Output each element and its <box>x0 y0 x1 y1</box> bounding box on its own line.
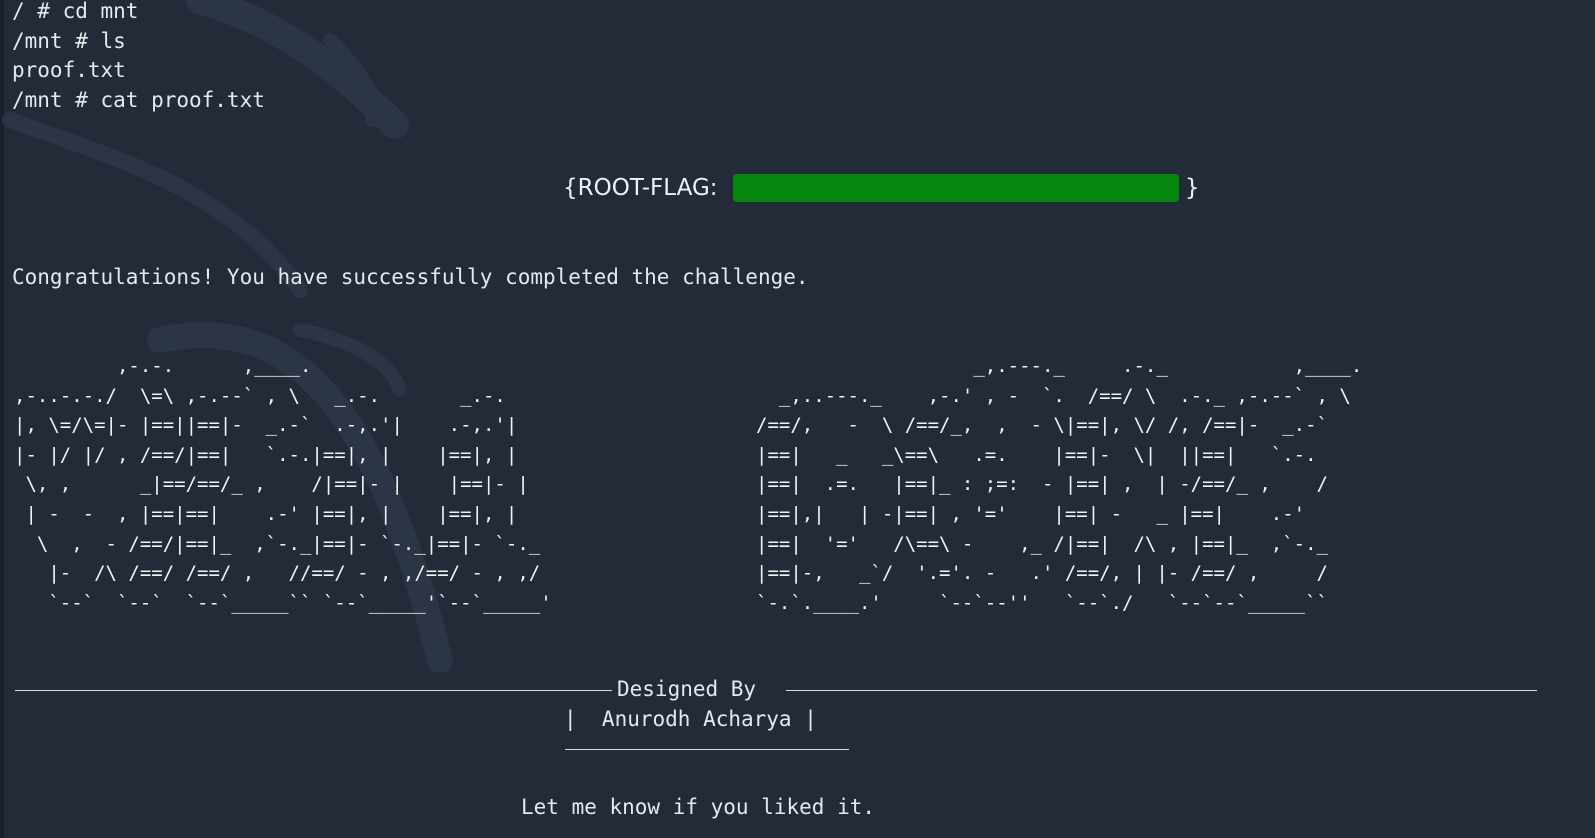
ascii-art-left: ,-.-. ,____. ,-..-.-./ \=\ ,-.--` , \ _.… <box>14 355 552 614</box>
flag-close-text: } <box>1184 175 1200 201</box>
output-line: proof.txt <box>12 58 126 82</box>
ascii-art-right: _,.---._ .-._ ,____. _,..---._ ,-.' , - … <box>756 355 1363 614</box>
command-line: /mnt # cat proof.txt <box>12 88 265 112</box>
window-edge <box>0 0 4 838</box>
divider-left <box>15 690 612 691</box>
root-flag-line: {ROOT-FLAG: } <box>563 172 1199 204</box>
divider-right <box>786 690 1537 691</box>
footer-message: Let me know if you liked it. <box>521 795 876 819</box>
terminal-window[interactable]: / # cd mnt /mnt # ls proof.txt /mnt # ca… <box>0 0 1595 838</box>
flag-redaction-bar <box>732 174 1179 202</box>
designed-by-label: Designed By <box>617 677 757 701</box>
flag-open-text: {ROOT-FLAG: <box>563 175 725 201</box>
command-line: / # cd mnt <box>12 0 139 23</box>
command-line: /mnt # ls <box>12 29 126 53</box>
congratulations-message: Congratulations! You have successfully c… <box>12 265 809 289</box>
author-name: | Anurodh Acharya | <box>564 707 817 731</box>
author-underline <box>565 749 849 750</box>
